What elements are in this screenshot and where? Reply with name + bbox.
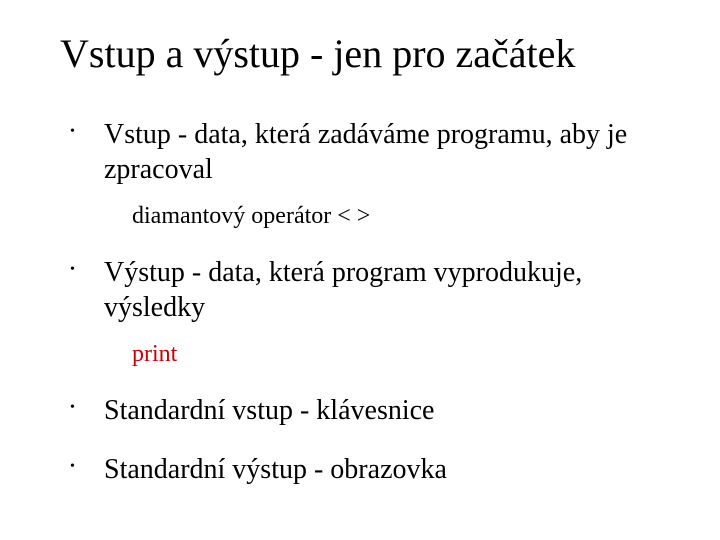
bullet-item: Vstup - data, která zadáváme programu, a… xyxy=(70,117,680,231)
slide: Vstup a výstup - jen pro začátek Vstup -… xyxy=(0,0,720,540)
bullet-item: Standardní vstup - klávesnice xyxy=(70,393,680,428)
sub-text: print xyxy=(132,341,177,367)
bullet-item: Výstup - data, která program vyprodukuje… xyxy=(70,255,680,369)
sub-text: diamantový operátor < > xyxy=(132,203,370,229)
bullet-text: Výstup - data, která program vyprodukuje… xyxy=(104,257,582,323)
sub-item: print xyxy=(132,339,680,369)
slide-title: Vstup a výstup - jen pro začátek xyxy=(60,30,680,77)
bullet-text: Vstup - data, která zadáváme programu, a… xyxy=(104,119,627,185)
bullet-list: Vstup - data, která zadáváme programu, a… xyxy=(40,117,680,487)
bullet-text: Standardní výstup - obrazovka xyxy=(104,454,447,485)
bullet-text: Standardní vstup - klávesnice xyxy=(104,395,434,426)
sub-item: diamantový operátor < > xyxy=(132,201,680,231)
bullet-item: Standardní výstup - obrazovka xyxy=(70,452,680,487)
